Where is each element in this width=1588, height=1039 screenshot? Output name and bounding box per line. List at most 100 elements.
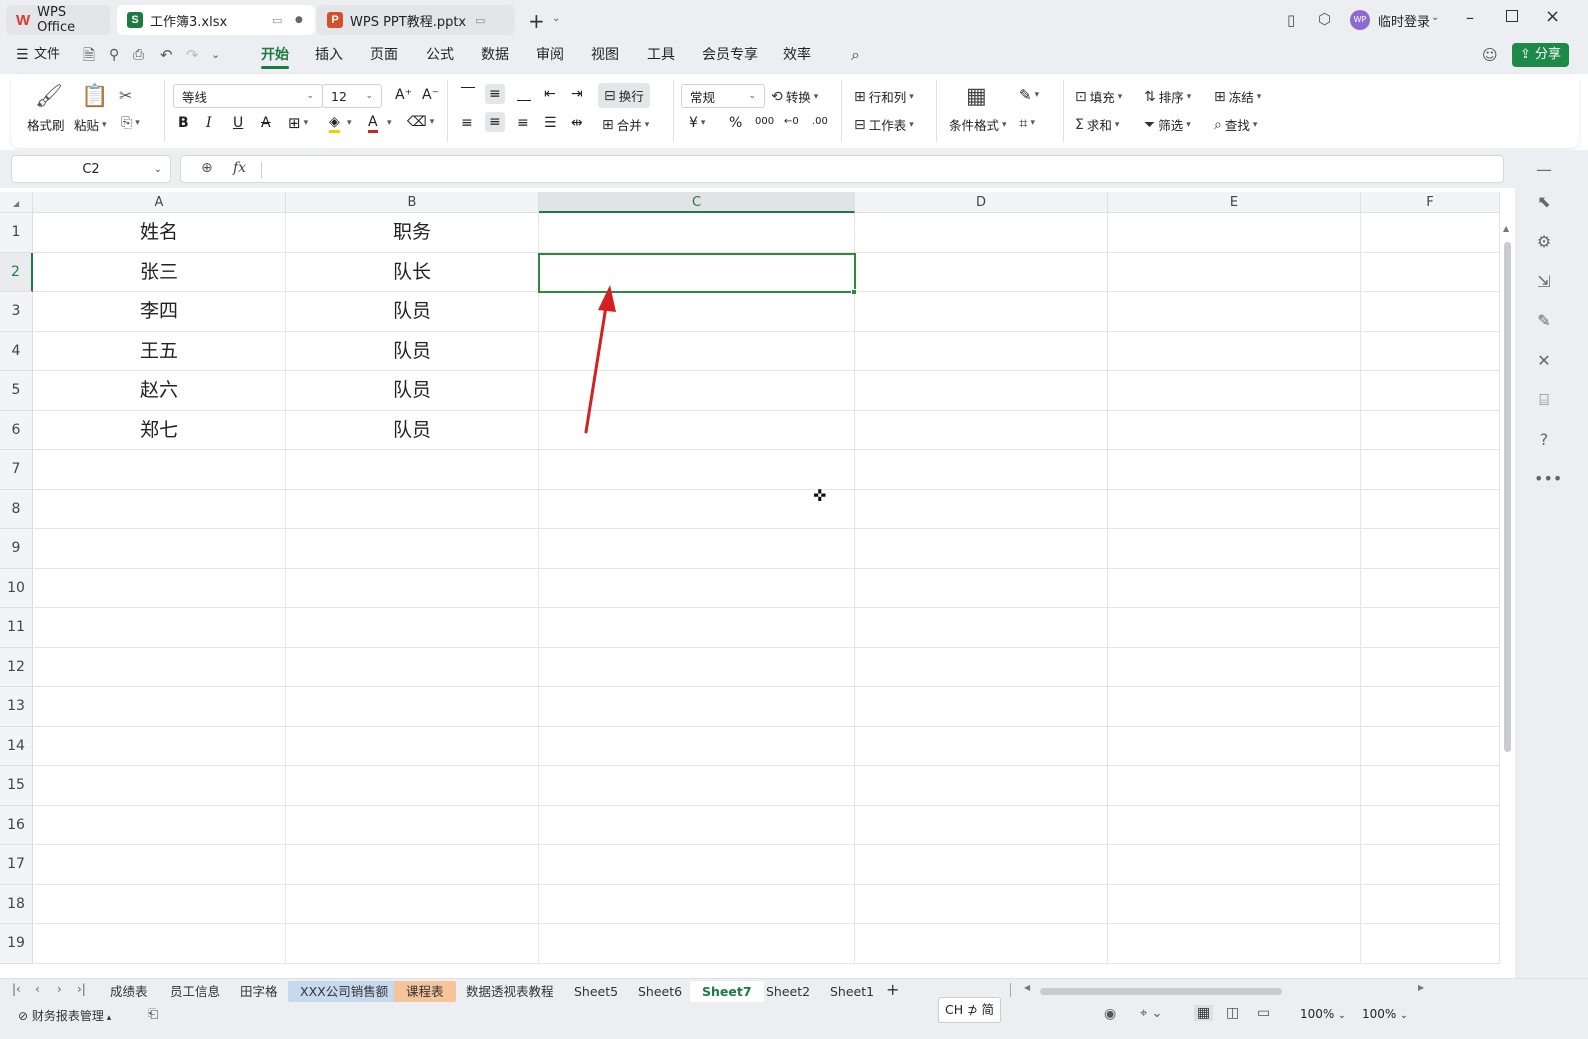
- cell-d12[interactable]: [855, 647, 1108, 687]
- cell-c14[interactable]: [539, 726, 855, 766]
- cell-f17[interactable]: [1361, 845, 1500, 885]
- cell-c15[interactable]: [539, 766, 855, 806]
- row-col-button[interactable]: ⊞ 行和列 ▾: [854, 87, 914, 106]
- chevron-down-icon[interactable]: ⌄: [552, 13, 560, 24]
- cell-e6[interactable]: [1108, 410, 1361, 450]
- crosshair-icon[interactable]: ⌖ ⌄: [1140, 1006, 1162, 1021]
- cell-d3[interactable]: [855, 292, 1108, 332]
- cell-a2[interactable]: 张三: [33, 252, 286, 292]
- cell-c7[interactable]: [539, 450, 855, 490]
- cell-a13[interactable]: [33, 687, 286, 727]
- cell-b15[interactable]: [286, 766, 539, 806]
- macro-icon[interactable]: ⎗: [148, 1007, 158, 1022]
- link-icon[interactable]: ⚲: [109, 40, 119, 74]
- row-header-5[interactable]: 5: [0, 371, 33, 411]
- name-box[interactable]: C2 ⌄: [11, 155, 171, 183]
- cell-f10[interactable]: [1361, 568, 1500, 608]
- page-layout-icon[interactable]: ◫: [1226, 1005, 1239, 1021]
- row-header-8[interactable]: 8: [0, 489, 33, 529]
- cell-e18[interactable]: [1108, 884, 1361, 924]
- zoom-select[interactable]: 100% ⌄: [1300, 1007, 1346, 1021]
- sheet-tab-1[interactable]: 员工信息: [158, 981, 232, 1002]
- redo-icon[interactable]: ↷: [186, 40, 199, 74]
- row-header-9[interactable]: 9: [0, 529, 33, 569]
- cell-d15[interactable]: [855, 766, 1108, 806]
- cell-e13[interactable]: [1108, 687, 1361, 727]
- cell-a11[interactable]: [33, 608, 286, 648]
- cell-a1[interactable]: 姓名: [33, 213, 286, 253]
- tools-icon[interactable]: ✕: [1534, 351, 1554, 371]
- spreadsheet-grid[interactable]: ◢ A B C D E F 1 姓名 职务 2 张三 队长 3 李四 队员 4 王五 队员 5 赵六 队员 6 郑七 队员 7 8 9…: [0, 192, 1500, 978]
- cell-b17[interactable]: [286, 845, 539, 885]
- cell-d4[interactable]: [855, 331, 1108, 371]
- chevron-down-icon[interactable]: ⌄: [1431, 12, 1439, 23]
- print-preview-icon[interactable]: ⎙: [133, 40, 144, 74]
- conditional-format-icon[interactable]: ▦: [966, 84, 987, 109]
- tab-workbook[interactable]: S 工作簿3.xlsx ▭ ●: [117, 5, 315, 35]
- close-icon[interactable]: ×: [1545, 6, 1560, 27]
- justify-icon[interactable]: ☰: [544, 115, 557, 131]
- cell-c9[interactable]: [539, 529, 855, 569]
- help-icon[interactable]: ?: [1534, 430, 1554, 450]
- row-header-10[interactable]: 10: [0, 568, 33, 608]
- sheet-tab-4[interactable]: 课程表: [394, 981, 456, 1002]
- cell-d11[interactable]: [855, 608, 1108, 648]
- image-edit-icon[interactable]: ✎: [1534, 311, 1554, 331]
- cell-c13[interactable]: [539, 687, 855, 727]
- new-tab-icon[interactable]: +: [528, 9, 545, 33]
- cell-d7[interactable]: [855, 450, 1108, 490]
- cell-b8[interactable]: [286, 489, 539, 529]
- cube-icon[interactable]: ⬡: [1318, 10, 1331, 28]
- cell-b18[interactable]: [286, 884, 539, 924]
- cell-b6[interactable]: 队员: [286, 410, 539, 450]
- cell-e7[interactable]: [1108, 450, 1361, 490]
- cell-c18[interactable]: [539, 884, 855, 924]
- monitor-icon[interactable]: ▭: [475, 14, 485, 27]
- sheet-tab-9[interactable]: Sheet2: [754, 981, 822, 1002]
- cell-d5[interactable]: [855, 371, 1108, 411]
- cell-style-icon[interactable]: ✎ ▾: [1019, 86, 1039, 104]
- cell-a7[interactable]: [33, 450, 286, 490]
- sheet-tab-10[interactable]: Sheet1: [818, 981, 886, 1002]
- cell-e10[interactable]: [1108, 568, 1361, 608]
- cell-b4[interactable]: 队员: [286, 331, 539, 371]
- cell-f2[interactable]: [1361, 252, 1500, 292]
- menu-data[interactable]: 数据: [481, 40, 509, 74]
- menu-view[interactable]: 视图: [591, 40, 619, 74]
- cell-a3[interactable]: 李四: [33, 292, 286, 332]
- formula-input[interactable]: ⊕ fx: [180, 155, 1504, 183]
- cell-a14[interactable]: [33, 726, 286, 766]
- menu-formula[interactable]: 公式: [426, 40, 454, 74]
- cell-e9[interactable]: [1108, 529, 1361, 569]
- monitor-icon[interactable]: ▭: [272, 14, 282, 27]
- row-header-17[interactable]: 17: [0, 845, 33, 885]
- cell-d19[interactable]: [855, 924, 1108, 964]
- share-button[interactable]: ⇪ 分享: [1512, 43, 1570, 67]
- fill-button[interactable]: ⊡ 填充 ▾: [1075, 87, 1122, 106]
- maximize-icon[interactable]: [1506, 10, 1518, 22]
- cell-c11[interactable]: [539, 608, 855, 648]
- scroll-right-icon[interactable]: ▶: [1418, 983, 1424, 992]
- fill-color-icon[interactable]: ◈: [329, 114, 340, 133]
- menu-member[interactable]: 会员专享: [702, 40, 758, 74]
- cell-d8[interactable]: [855, 489, 1108, 529]
- row-header-18[interactable]: 18: [0, 884, 33, 924]
- menu-review[interactable]: 审阅: [536, 40, 564, 74]
- last-sheet-icon[interactable]: ›|: [77, 982, 86, 996]
- chat-icon[interactable]: ☺: [1482, 40, 1498, 74]
- decimal-increase-icon[interactable]: ←0: [784, 116, 799, 127]
- avatar[interactable]: WP: [1350, 10, 1370, 30]
- row-header-6[interactable]: 6: [0, 410, 33, 450]
- paste-button[interactable]: 粘贴 ▾: [74, 115, 107, 134]
- number-format-select[interactable]: 常规 ⌄: [681, 84, 765, 108]
- row-header-11[interactable]: 11: [0, 608, 33, 648]
- finance-report-button[interactable]: ⊘ 财务报表管理 ▴: [18, 1007, 111, 1024]
- wrap-text-button[interactable]: ⊟ 换行: [598, 83, 650, 108]
- cell-f13[interactable]: [1361, 687, 1500, 727]
- cell-b7[interactable]: [286, 450, 539, 490]
- cell-d6[interactable]: [855, 410, 1108, 450]
- format-painter-icon[interactable]: 🖌: [35, 84, 63, 109]
- cell-e16[interactable]: [1108, 805, 1361, 845]
- transform-icon[interactable]: ⇲: [1534, 272, 1554, 292]
- minimize-icon[interactable]: –: [1466, 8, 1474, 27]
